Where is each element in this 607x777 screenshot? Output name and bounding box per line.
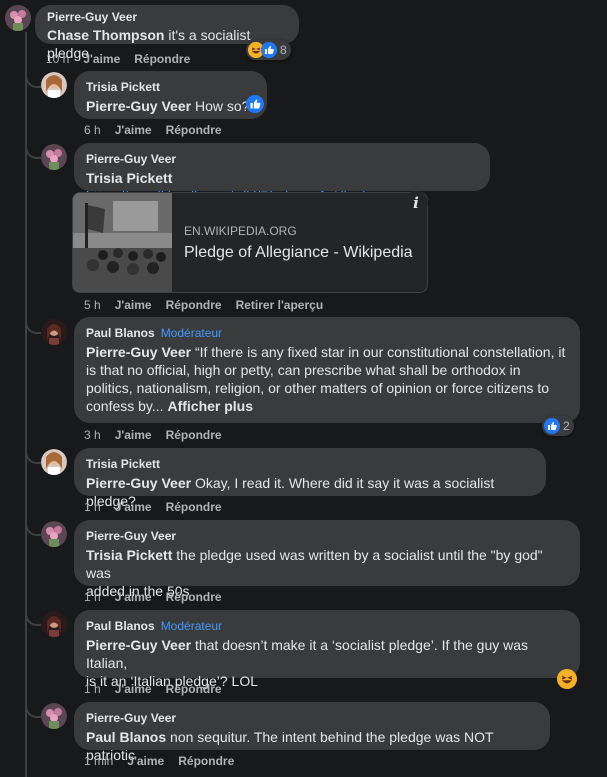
reaction-summary[interactable]: 8 [246,40,291,60]
reply-button[interactable]: Répondre [166,123,222,137]
avatar[interactable] [41,319,67,345]
comment-author[interactable]: Trisia Pickett [86,79,160,95]
like-button[interactable]: J'aime [115,428,152,442]
timestamp[interactable]: 1 h [84,500,101,514]
comment-text: How so? [191,98,250,114]
mention[interactable]: Pierre-Guy Veer [86,637,191,653]
like-button[interactable]: J'aime [115,500,152,514]
haha-icon[interactable] [557,669,577,694]
comment-actions: 6 h J'aime Répondre [84,123,222,137]
mention[interactable]: Trisia Pickett [86,547,172,563]
mention[interactable]: Pierre-Guy Veer [86,98,191,114]
like-icon [261,42,277,58]
reply-button[interactable]: Répondre [166,500,222,514]
info-icon[interactable]: i [404,191,428,215]
thread-branch [25,448,41,464]
mention[interactable]: Chase Thompson [47,27,164,43]
comment-bubble: Paul Blanos Modérateur Pierre-Guy Veer “I… [74,317,580,423]
moderator-badge: Modérateur [160,326,223,340]
timestamp[interactable]: 6 h [84,123,101,137]
reaction-count: 8 [280,43,287,57]
reply-button[interactable]: Répondre [134,52,190,66]
timestamp[interactable]: 3 h [84,428,101,442]
comment-author[interactable]: Pierre-Guy Veer [86,710,176,726]
comment-text-line: “If there is any fixed star in our const… [191,344,566,360]
like-button[interactable]: J'aime [127,754,164,768]
timestamp[interactable]: 10 h [46,52,69,66]
reaction-count: 2 [563,419,570,433]
reaction-summary[interactable]: 2 [542,416,574,436]
comment-actions: 10 h J'aime Répondre [46,52,190,66]
reply-button[interactable]: Répondre [166,682,222,696]
reply-button[interactable]: Répondre [166,590,222,604]
comment-bubble: Pierre-Guy Veer Trisia Pickett the pledg… [74,520,580,599]
timestamp[interactable]: 1 h [84,590,101,604]
comment-author[interactable]: Pierre-Guy Veer [47,9,137,25]
see-more-link[interactable]: Afficher plus [167,398,253,414]
comment-author[interactable]: Pierre-Guy Veer [86,528,176,544]
mention[interactable]: Pierre-Guy Veer [86,344,191,360]
like-button[interactable]: J'aime [83,52,120,66]
comment-bubble: Pierre-Guy Veer Trisia Pickett https://e… [74,143,490,204]
mention[interactable]: Trisia Pickett [86,170,172,186]
like-button[interactable]: J'aime [115,590,152,604]
mention[interactable]: Paul Blanos [86,729,166,745]
timestamp[interactable]: 5 h [84,298,101,312]
comment-author[interactable]: Paul Blanos [86,618,155,634]
comment-text-line: is that no official, high or petty, can … [86,362,521,378]
thread-branch [25,143,41,159]
like-icon[interactable] [246,95,264,118]
comment-bubble: Pierre-Guy Veer Chase Thompson it's a so… [35,5,299,61]
mention[interactable]: Pierre-Guy Veer [86,475,191,491]
comment-actions: 3 h J'aime Répondre [84,428,222,442]
timestamp[interactable]: 1 h [84,682,101,696]
avatar[interactable] [5,5,31,31]
thread-branch [25,72,41,88]
avatar[interactable] [41,703,67,729]
thread-branch [25,318,41,334]
comment-bubble: Trisia Pickett Pierre-Guy Veer Okay, I r… [74,448,546,509]
thread-branch [25,702,41,718]
comment-actions: 1 min J'aime Répondre [84,754,234,768]
thread-branch [25,520,41,536]
timestamp[interactable]: 1 min [84,754,113,768]
comment-actions: 1 h J'aime Répondre [84,500,222,514]
comment-bubble: Pierre-Guy Veer Paul Blanos non sequitur… [74,702,550,763]
reply-button[interactable]: Répondre [166,428,222,442]
comment-bubble: Trisia Pickett Pierre-Guy Veer How so? [74,71,267,119]
like-button[interactable]: J'aime [115,682,152,696]
preview-thumbnail [73,193,172,292]
remove-preview-button[interactable]: Retirer l'aperçu [236,298,324,312]
thread-branch [25,610,41,626]
avatar[interactable] [41,72,67,98]
comment-actions: 1 h J'aime Répondre [84,682,222,696]
reply-button[interactable]: Répondre [178,754,234,768]
link-preview-card[interactable]: EN.WIKIPEDIA.ORG Pledge of Allegiance - … [72,192,428,293]
comment-author[interactable]: Trisia Pickett [86,456,160,472]
preview-title[interactable]: Pledge of Allegiance - Wikipedia [184,244,413,262]
comment-bubble: Paul Blanos Modérateur Pierre-Guy Veer th… [74,610,580,689]
moderator-badge: Modérateur [160,619,223,633]
comment-text-line: confess by... [86,398,164,414]
avatar[interactable] [41,144,67,170]
preview-domain: EN.WIKIPEDIA.ORG [184,224,297,238]
like-button[interactable]: J'aime [115,298,152,312]
avatar[interactable] [41,449,67,475]
comment-author[interactable]: Pierre-Guy Veer [86,151,176,167]
comment-actions: 1 h J'aime Répondre [84,590,222,604]
avatar[interactable] [41,611,67,637]
like-icon [544,418,560,434]
like-button[interactable]: J'aime [115,123,152,137]
avatar[interactable] [41,521,67,547]
comment-actions: 5 h J'aime Répondre Retirer l'aperçu [84,298,323,312]
comment-text-line: politics, nationalism, religion, or othe… [86,380,549,396]
reply-button[interactable]: Répondre [166,298,222,312]
comment-author[interactable]: Paul Blanos [86,325,155,341]
